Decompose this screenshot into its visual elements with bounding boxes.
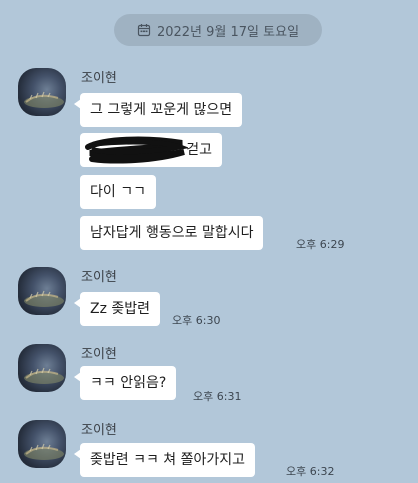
message-bubble[interactable]: 다이 ㄱㄱ — [80, 175, 156, 209]
message-text: 걷고 — [186, 142, 212, 158]
message-text: ㅋㅋ 안읽음? — [90, 375, 167, 391]
sender-name: 조이현 — [81, 71, 117, 86]
message-bubble[interactable]: 좆밥련 ㅋㅋ 쳐 쫄아가지고 — [73, 443, 256, 477]
avatar[interactable] — [18, 68, 66, 116]
message-time: 오후 6:31 — [193, 390, 242, 403]
message-bubble[interactable]: 남자답게 행동으로 말합시다 — [80, 216, 264, 250]
message-time: 오후 6:29 — [296, 238, 345, 251]
calendar-icon — [137, 23, 151, 37]
message-text: 남자답게 행동으로 말합시다 — [90, 225, 254, 241]
message-bubble[interactable]: ㅋㅋ 안읽음? — [73, 366, 177, 400]
avatar[interactable] — [18, 344, 66, 392]
sender-name: 조이현 — [81, 270, 117, 285]
message-text: 그 그렇게 꼬운게 많으면 — [90, 102, 233, 118]
message-text: 다이 ㄱㄱ — [90, 184, 146, 200]
avatar[interactable] — [18, 420, 66, 468]
sender-name: 조이현 — [81, 423, 117, 438]
message-bubble[interactable]: Zz 좆밥련 — [73, 292, 161, 326]
redaction-scribble — [85, 136, 188, 164]
date-text: 2022년 9월 17일 토요일 — [156, 24, 300, 40]
message-time: 오후 6:32 — [286, 465, 335, 478]
message-bubble-redacted[interactable]: 걷고 — [80, 133, 222, 167]
message-text: 좆밥련 ㅋㅋ 쳐 쫄아가지고 — [90, 452, 246, 468]
sender-name: 조이현 — [81, 347, 117, 362]
message-text: Zz 좆밥련 — [90, 301, 151, 317]
message-bubble[interactable]: 그 그렇게 꼬운게 많으면 — [73, 93, 243, 127]
message-time: 오후 6:30 — [172, 314, 221, 327]
avatar[interactable] — [18, 267, 66, 315]
date-divider: 2022년 9월 17일 토요일 — [114, 14, 322, 46]
